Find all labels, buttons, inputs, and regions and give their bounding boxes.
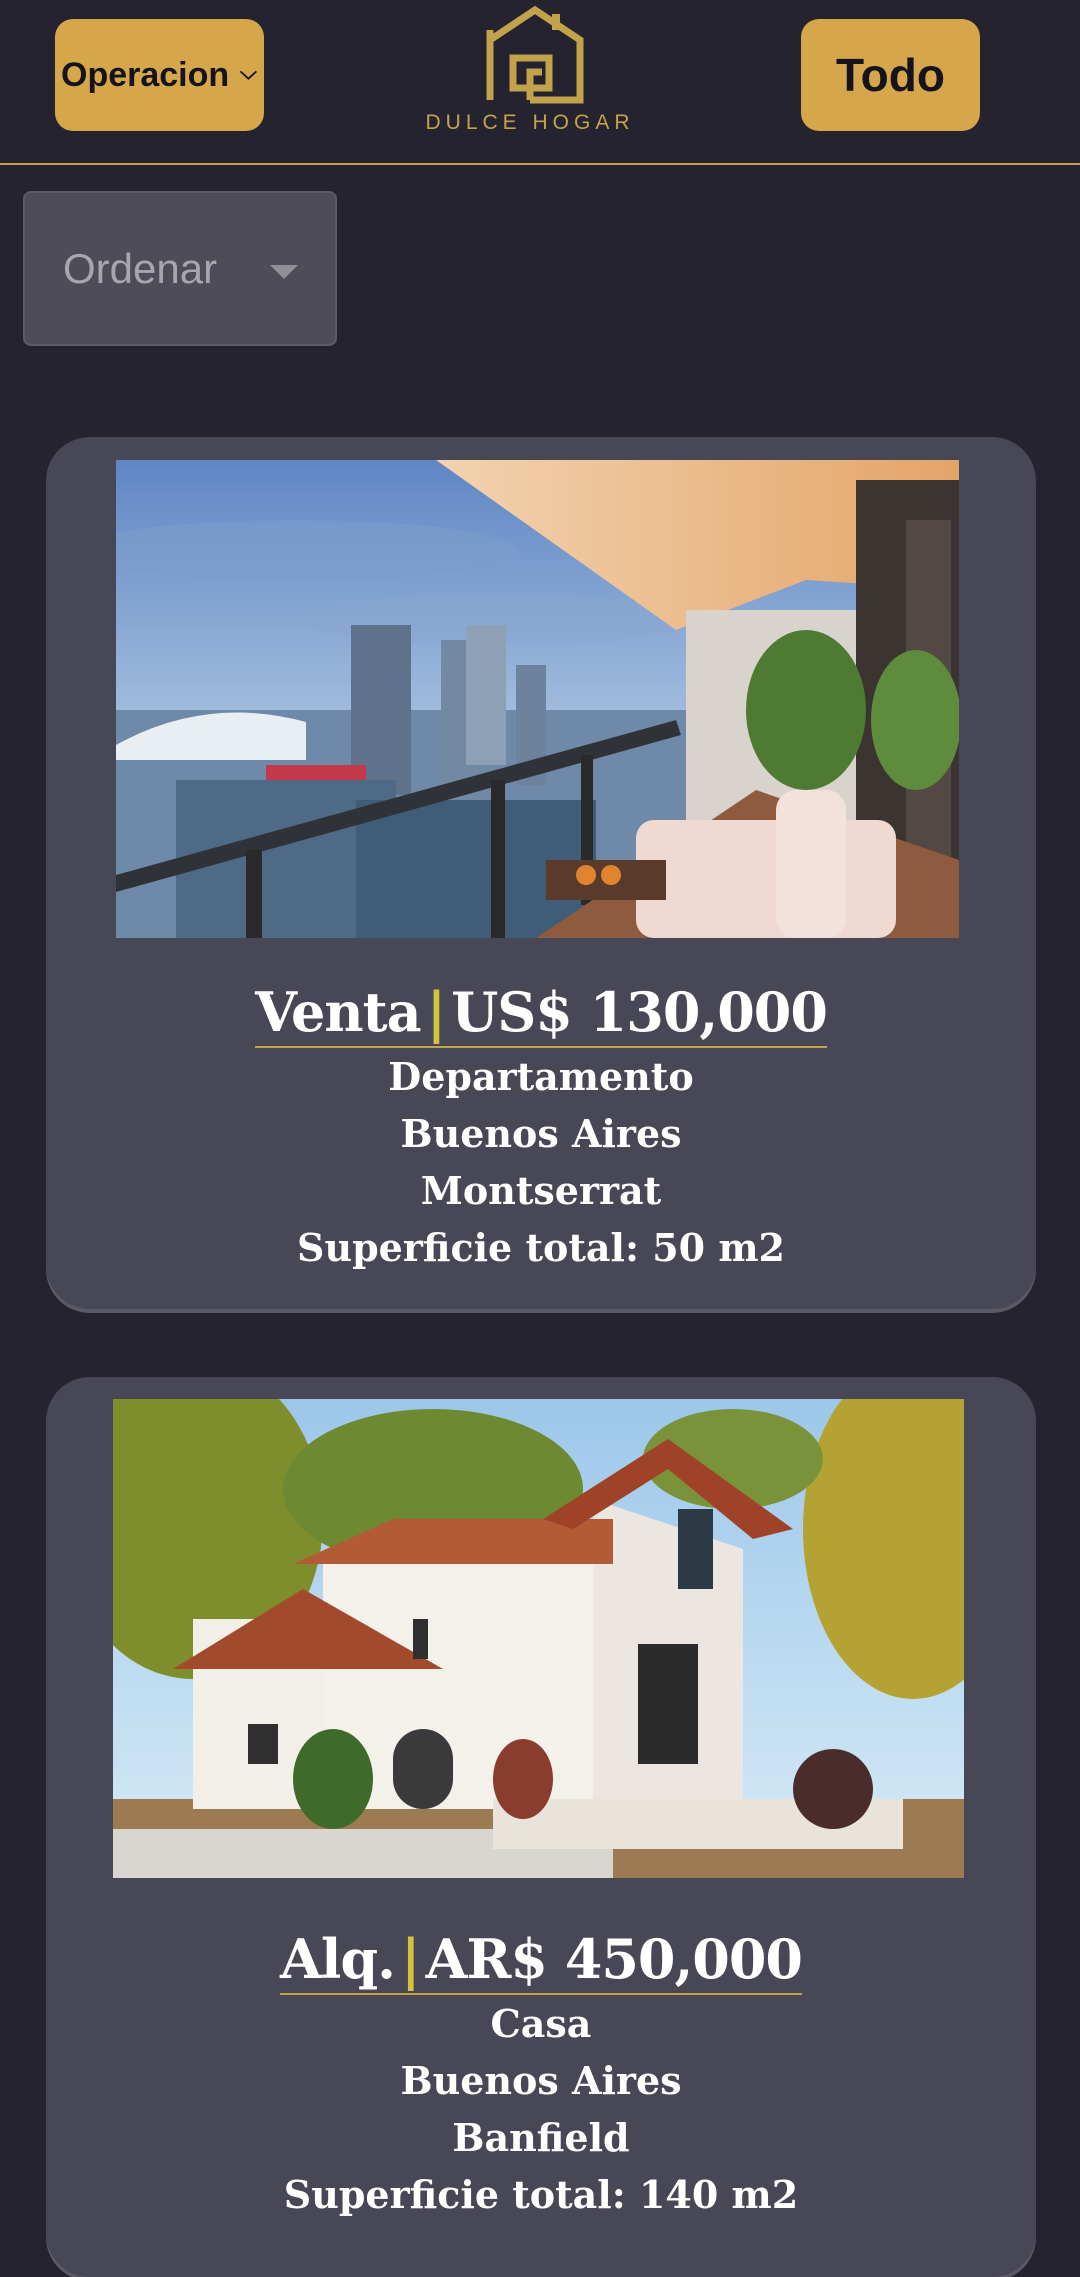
top-bar: Operacion DULCE HOGAR Todo <box>0 0 1080 165</box>
brand-logo[interactable]: DULCE HOGAR <box>420 0 640 140</box>
total-area: Superficie total: 140 m2 <box>283 2172 799 2217</box>
brand-name: DULCE HOGAR <box>425 111 635 134</box>
operation-dropdown-button[interactable]: Operacion <box>55 19 264 131</box>
listing-title: Alq. | AR$ 450,000 <box>279 1927 803 1995</box>
sort-placeholder: Ordenar <box>63 244 218 292</box>
separator-bar: | <box>426 980 447 1044</box>
listing-price: AR$ 450,000 <box>425 1927 803 1991</box>
caret-down-icon <box>270 265 298 279</box>
locality: Montserrat <box>420 1168 662 1213</box>
operation-type: Venta <box>255 980 421 1044</box>
listing-card[interactable]: Venta | US$ 130,000 Departamento Buenos Ai… <box>46 437 1036 1309</box>
listing-title: Venta | US$ 130,000 <box>255 980 828 1048</box>
province: Buenos Aires <box>400 2058 682 2103</box>
province: Buenos Aires <box>400 1111 682 1156</box>
listing-card[interactable]: Alq. | AR$ 450,000 Casa Buenos Aires Banfi… <box>46 1377 1036 2277</box>
listing-photo[interactable] <box>113 1399 964 1878</box>
operation-type: Alq. <box>279 1927 396 1991</box>
locality: Banfield <box>452 2115 630 2160</box>
sort-select[interactable]: Ordenar <box>23 191 337 346</box>
all-button[interactable]: Todo <box>801 19 980 131</box>
listing-info: Venta | US$ 130,000 Departamento Buenos Ai… <box>46 980 1036 1276</box>
listing-photo[interactable] <box>116 460 959 938</box>
listing-info: Alq. | AR$ 450,000 Casa Buenos Aires Banfi… <box>46 1927 1036 2223</box>
total-area: Superficie total: 50 m2 <box>297 1225 785 1270</box>
chevron-down-icon <box>240 70 258 80</box>
listing-price: US$ 130,000 <box>451 980 828 1044</box>
operation-label: Operacion <box>61 55 230 94</box>
property-type: Departamento <box>388 1054 694 1099</box>
property-type: Casa <box>490 2001 592 2046</box>
separator-bar: | <box>400 1927 421 1991</box>
house-logo-icon <box>486 5 584 104</box>
